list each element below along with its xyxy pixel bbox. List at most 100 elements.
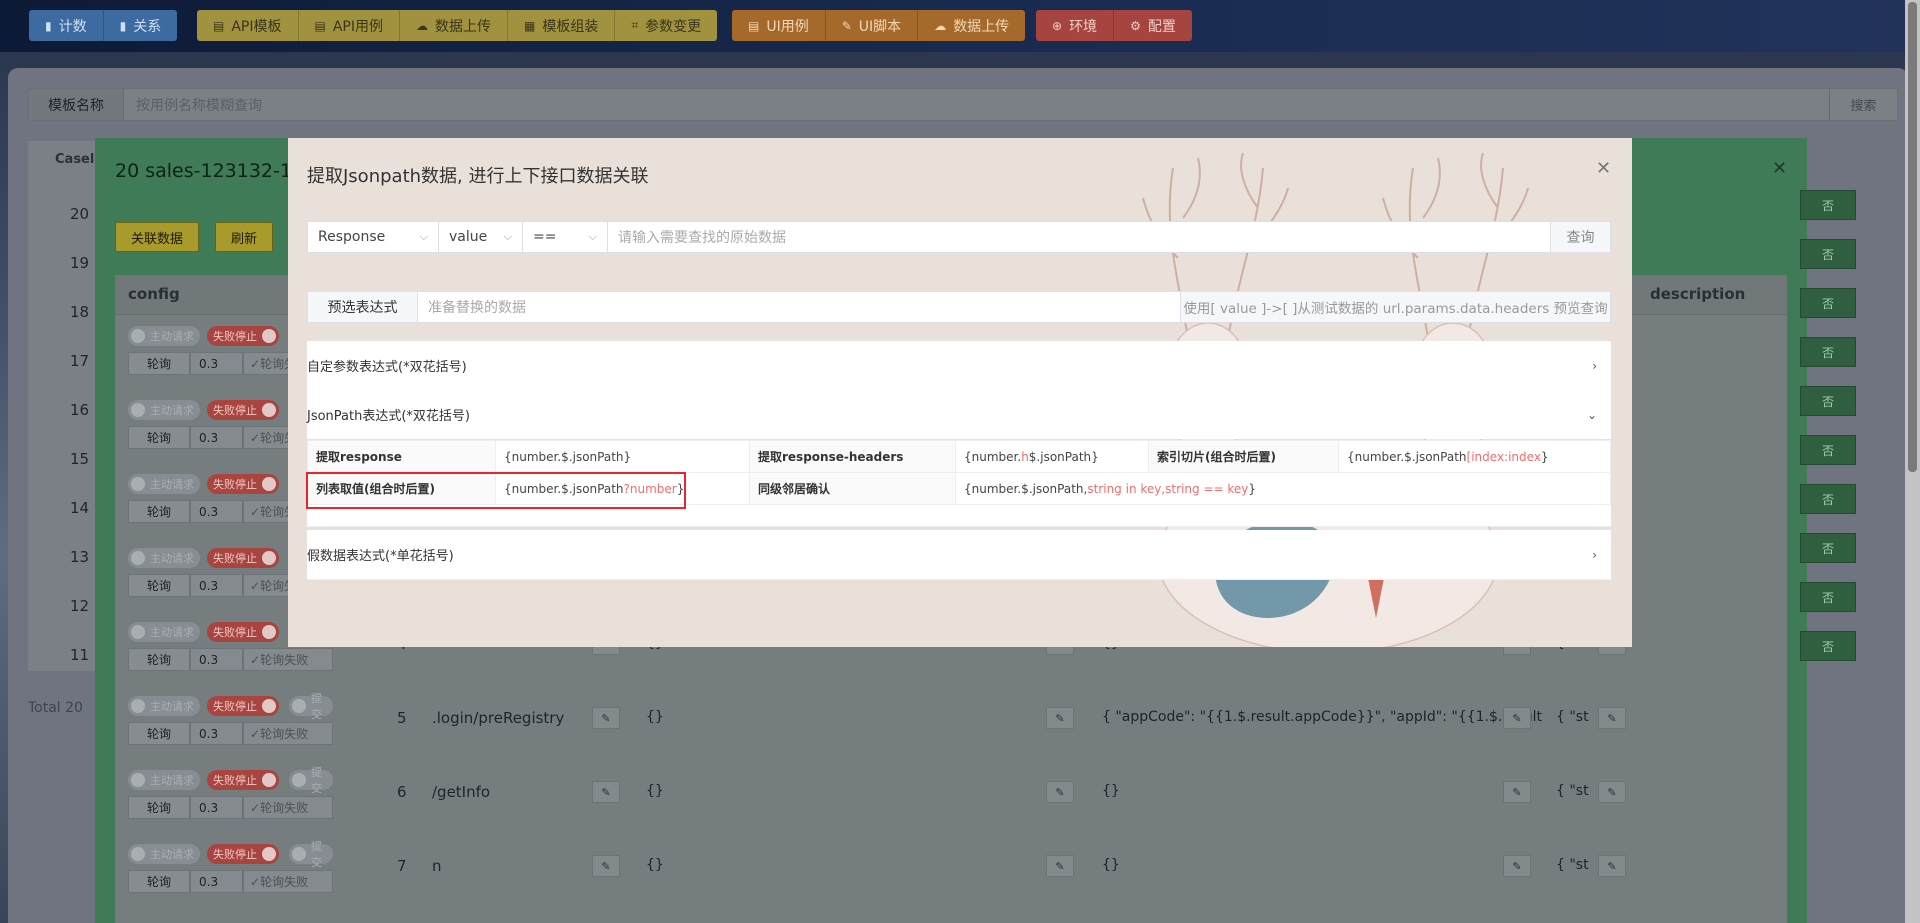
edit-icon[interactable]: ✎ — [592, 707, 620, 729]
nav-template-assemble-button[interactable]: ▦ 模板组装 — [508, 10, 616, 41]
operator-select[interactable]: == ⌵ — [523, 222, 608, 252]
edit-icon[interactable]: ✎ — [1503, 781, 1531, 803]
link-data-button[interactable]: 关联数据 — [115, 222, 200, 252]
nav-count-button[interactable]: ▮ 计数 — [29, 10, 104, 41]
side-action-button[interactable]: 否 — [1800, 337, 1856, 367]
edit-icon[interactable]: ✎ — [592, 855, 620, 877]
poll-fail-checkbox[interactable]: ✓ 轮询失败 — [243, 722, 333, 745]
refresh-button[interactable]: 刷新 — [215, 222, 274, 252]
nav-group-stats: ▮ 计数 ▮ 关系 — [29, 10, 178, 41]
poll-interval-input[interactable]: 0.3 — [190, 796, 243, 819]
active-request-toggle[interactable]: 主动请求 — [128, 548, 200, 568]
edit-icon[interactable]: ✎ — [1046, 855, 1074, 877]
expression-cell[interactable]: {number.$.jsonPath,string in key,string … — [955, 472, 1611, 505]
nav-api-template-button[interactable]: ▤ API模板 — [197, 10, 299, 41]
fail-stop-toggle[interactable]: 失败停止 — [207, 770, 279, 790]
poll-interval-input[interactable]: 0.3 — [190, 500, 243, 523]
submit-toggle[interactable]: 提交 — [289, 840, 333, 869]
search-input[interactable]: 按用例名称模糊查询 — [124, 95, 1829, 115]
fail-stop-toggle[interactable]: 失败停止 — [207, 548, 279, 568]
expression-cell[interactable]: {number.$.jsonPath} — [495, 440, 750, 473]
poll-interval-input[interactable]: 0.3 — [190, 574, 243, 597]
nav-data-upload-button[interactable]: ☁ 数据上传 — [400, 10, 508, 41]
active-request-toggle[interactable]: 主动请求 — [128, 326, 200, 346]
field-select[interactable]: value ⌵ — [439, 222, 523, 252]
active-request-toggle[interactable]: 主动请求 — [128, 844, 200, 864]
fail-stop-toggle[interactable]: 失败停止 — [207, 844, 279, 864]
preview-expression-button[interactable]: 预选表达式 — [308, 292, 418, 322]
section-jsonpath[interactable]: JsonPath表达式(*双花括号) ⌄ — [307, 390, 1611, 439]
column-description-header: description — [1650, 285, 1746, 303]
search-button[interactable]: 搜索 — [1829, 89, 1897, 120]
close-icon[interactable]: ✕ — [1596, 158, 1611, 179]
section-fake-data[interactable]: 假数据表达式(*单花括号) › — [307, 530, 1611, 580]
active-request-toggle[interactable]: 主动请求 — [128, 474, 200, 494]
edit-icon[interactable]: ✎ — [1598, 781, 1626, 803]
source-select[interactable]: Response ⌵ — [308, 222, 439, 252]
dialog-title: 提取Jsonpath数据, 进行上下接口数据关联 — [307, 166, 649, 187]
poll-fail-checkbox[interactable]: ✓ 轮询失败 — [243, 796, 333, 819]
check-icon: ✓ — [250, 504, 261, 519]
fail-stop-toggle[interactable]: 失败停止 — [207, 326, 279, 346]
poll-interval-input[interactable]: 0.3 — [190, 426, 243, 449]
replace-data-input[interactable]: 准备替换的数据 — [418, 292, 1180, 322]
fail-stop-toggle[interactable]: 失败停止 — [207, 622, 279, 642]
chevron-right-icon: › — [1592, 358, 1597, 373]
edit-icon[interactable]: ✎ — [1046, 707, 1074, 729]
check-icon: ✓ — [250, 874, 261, 889]
fail-stop-toggle[interactable]: 失败停止 — [207, 474, 279, 494]
poll-interval-input[interactable]: 0.3 — [190, 870, 243, 893]
step-path: /getInfo — [432, 783, 491, 801]
nav-param-change-button[interactable]: ⌗ 参数变更 — [615, 10, 718, 41]
query-button[interactable]: 查询 — [1550, 222, 1610, 252]
section-custom-params[interactable]: 自定参数表达式(*双花括号) › — [307, 341, 1611, 391]
edit-icon[interactable]: ✎ — [1598, 707, 1626, 729]
edit-icon[interactable]: ✎ — [1503, 707, 1531, 729]
config-cell: 主动请求失败停止提交轮询0.3✓ 轮询失败 — [128, 766, 333, 840]
edit-icon[interactable]: ✎ — [592, 781, 620, 803]
nav-env-button[interactable]: ⊕ 环境 — [1036, 10, 1115, 41]
side-action-button[interactable]: 否 — [1800, 484, 1856, 514]
poll-fail-checkbox[interactable]: ✓ 轮询失败 — [243, 648, 333, 671]
side-action-button[interactable]: 否 — [1800, 582, 1856, 612]
nav-ui-upload-button[interactable]: ☁ 数据上传 — [918, 10, 1026, 41]
side-action-button[interactable]: 否 — [1800, 288, 1856, 318]
edit-icon[interactable]: ✎ — [1503, 855, 1531, 877]
submit-toggle[interactable]: 提交 — [289, 766, 333, 795]
crop-icon: ⌗ — [631, 18, 639, 32]
expression-cell[interactable]: {number.$.jsonPath[index:index} — [1338, 440, 1611, 473]
poll-interval-input[interactable]: 0.3 — [190, 648, 243, 671]
step-assert: { "st — [1556, 709, 1589, 725]
nav-ui-script-button[interactable]: ✎ UI脚本 — [825, 10, 919, 41]
expression-cell[interactable]: {number.h$.jsonPath} — [955, 440, 1149, 473]
row-number: 15 — [70, 450, 90, 468]
side-action-button[interactable]: 否 — [1800, 386, 1856, 416]
poll-interval-input[interactable]: 0.3 — [190, 352, 243, 375]
scrollbar-thumb[interactable] — [1908, 2, 1917, 472]
close-icon[interactable]: ✕ — [1772, 158, 1787, 179]
edit-icon[interactable]: ✎ — [1046, 781, 1074, 803]
cloud-upload-icon: ☁ — [934, 18, 947, 33]
side-action-button[interactable]: 否 — [1800, 631, 1856, 661]
preview-hint: 使用[ value ]->[ ]从测试数据的 url.params.data.h… — [1180, 292, 1610, 322]
edit-icon[interactable]: ✎ — [1598, 855, 1626, 877]
active-request-toggle[interactable]: 主动请求 — [128, 770, 200, 790]
active-request-toggle[interactable]: 主动请求 — [128, 400, 200, 420]
poll-interval-input[interactable]: 0.3 — [190, 722, 243, 745]
submit-toggle[interactable]: 提交 — [289, 692, 333, 721]
side-action-button[interactable]: 否 — [1800, 239, 1856, 269]
nav-config-button[interactable]: ⚙ 配置 — [1114, 10, 1192, 41]
nav-ui-case-button[interactable]: ▤ UI用例 — [732, 10, 826, 41]
config-cell: 主动请求失败停止提交轮询0.3✓ 轮询失败 — [128, 840, 333, 914]
active-request-toggle[interactable]: 主动请求 — [128, 696, 200, 716]
fail-stop-toggle[interactable]: 失败停止 — [207, 400, 279, 420]
nav-relation-button[interactable]: ▮ 关系 — [103, 10, 178, 41]
side-action-button[interactable]: 否 — [1800, 190, 1856, 220]
side-action-button[interactable]: 否 — [1800, 533, 1856, 563]
side-action-button[interactable]: 否 — [1800, 435, 1856, 465]
nav-api-case-button[interactable]: ▤ API用例 — [298, 10, 400, 41]
raw-data-input[interactable]: 请输入需要查找的原始数据 — [608, 222, 1550, 252]
active-request-toggle[interactable]: 主动请求 — [128, 622, 200, 642]
poll-fail-checkbox[interactable]: ✓ 轮询失败 — [243, 870, 333, 893]
fail-stop-toggle[interactable]: 失败停止 — [207, 696, 279, 716]
